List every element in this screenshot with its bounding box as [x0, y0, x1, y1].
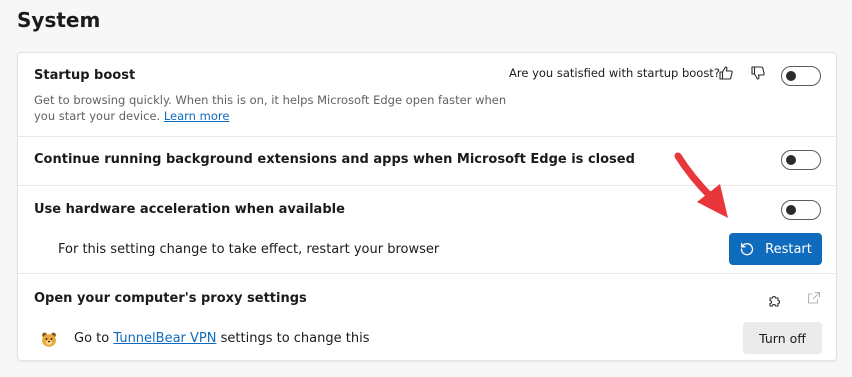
puzzle-icon	[765, 291, 785, 311]
restart-button-label: Restart	[765, 241, 812, 257]
startup-boost-description-text: Get to browsing quickly. When this is on…	[34, 93, 507, 123]
divider	[18, 136, 836, 137]
startup-boost-feedback-question: Are you satisfied with startup boost?	[509, 66, 720, 80]
toggle-knob	[786, 155, 796, 165]
startup-boost-description: Get to browsing quickly. When this is on…	[34, 92, 514, 124]
proxy-extension-suffix: settings to change this	[220, 331, 370, 346]
turn-off-button[interactable]: Turn off	[743, 322, 822, 354]
background-apps-title: Continue running background extensions a…	[34, 152, 635, 167]
tunnelbear-vpn-link[interactable]: TunnelBear VPN	[113, 331, 216, 346]
hardware-acceleration-toggle[interactable]	[781, 200, 821, 220]
restart-notice: For this setting change to take effect, …	[58, 242, 440, 257]
thumbs-down-icon[interactable]	[748, 63, 768, 83]
tunnelbear-logo	[39, 329, 59, 349]
red-arrow	[674, 152, 728, 218]
startup-boost-toggle[interactable]	[781, 66, 821, 86]
toggle-knob	[786, 71, 796, 81]
proxy-extension-prefix: Go to	[74, 331, 110, 346]
page-title: System	[17, 8, 101, 32]
proxy-settings-title: Open your computer's proxy settings	[34, 291, 307, 306]
divider	[18, 273, 836, 274]
restart-button[interactable]: Restart	[729, 233, 822, 265]
background-apps-toggle[interactable]	[781, 150, 821, 170]
learn-more-link[interactable]: Learn more	[164, 109, 230, 123]
startup-boost-title: Startup boost	[34, 68, 136, 83]
external-link-icon[interactable]	[804, 288, 824, 308]
proxy-extension-notice: Go to TunnelBear VPN settings to change …	[74, 331, 369, 346]
toggle-knob	[786, 205, 796, 215]
thumbs-up-icon[interactable]	[716, 63, 736, 83]
restart-icon	[740, 242, 754, 256]
hardware-acceleration-title: Use hardware acceleration when available	[34, 202, 345, 217]
